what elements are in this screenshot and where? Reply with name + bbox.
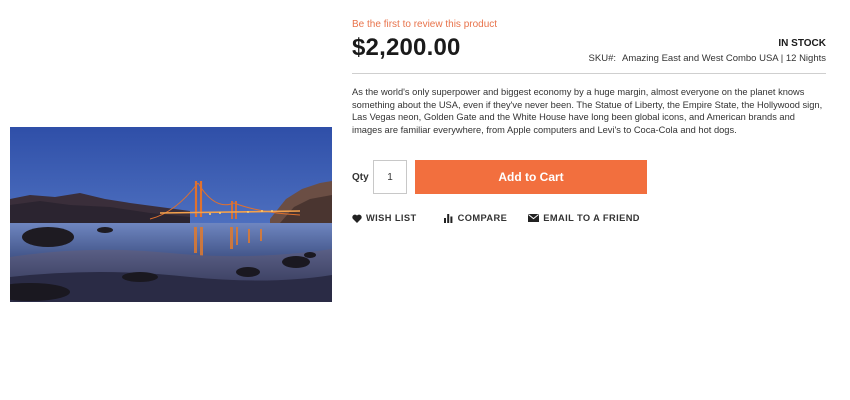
product-actions: WISH LIST COMPARE EMAIL TO A FRIEND (352, 213, 640, 223)
divider (352, 73, 826, 74)
heart-icon (352, 214, 362, 223)
qty-input[interactable] (373, 160, 407, 194)
email-label: EMAIL TO A FRIEND (543, 213, 640, 223)
bar-chart-icon (443, 213, 453, 223)
product-description: As the world's only superpower and bigge… (352, 87, 823, 135)
qty-label: Qty (352, 172, 369, 183)
wishlist-link[interactable]: WISH LIST (352, 213, 417, 223)
email-friend-link[interactable]: EMAIL TO A FRIEND (528, 213, 640, 223)
sku-value: Amazing East and West Combo USA | 12 Nig… (622, 53, 826, 64)
stock-status: IN STOCK (778, 38, 826, 49)
product-photo (10, 127, 332, 302)
compare-label: COMPARE (457, 213, 508, 223)
wishlist-label: WISH LIST (366, 213, 417, 223)
review-link[interactable]: Be the first to review this product (352, 19, 497, 30)
sku-label: SKU#: (588, 53, 616, 64)
product-image[interactable] (10, 127, 332, 302)
compare-link[interactable]: COMPARE (443, 213, 508, 223)
envelope-icon (528, 214, 540, 222)
sku: SKU#: Amazing East and West Combo USA | 1… (589, 53, 826, 64)
add-to-cart-button[interactable]: Add to Cart (415, 160, 647, 194)
product-price: $2,200.00 (352, 34, 461, 61)
